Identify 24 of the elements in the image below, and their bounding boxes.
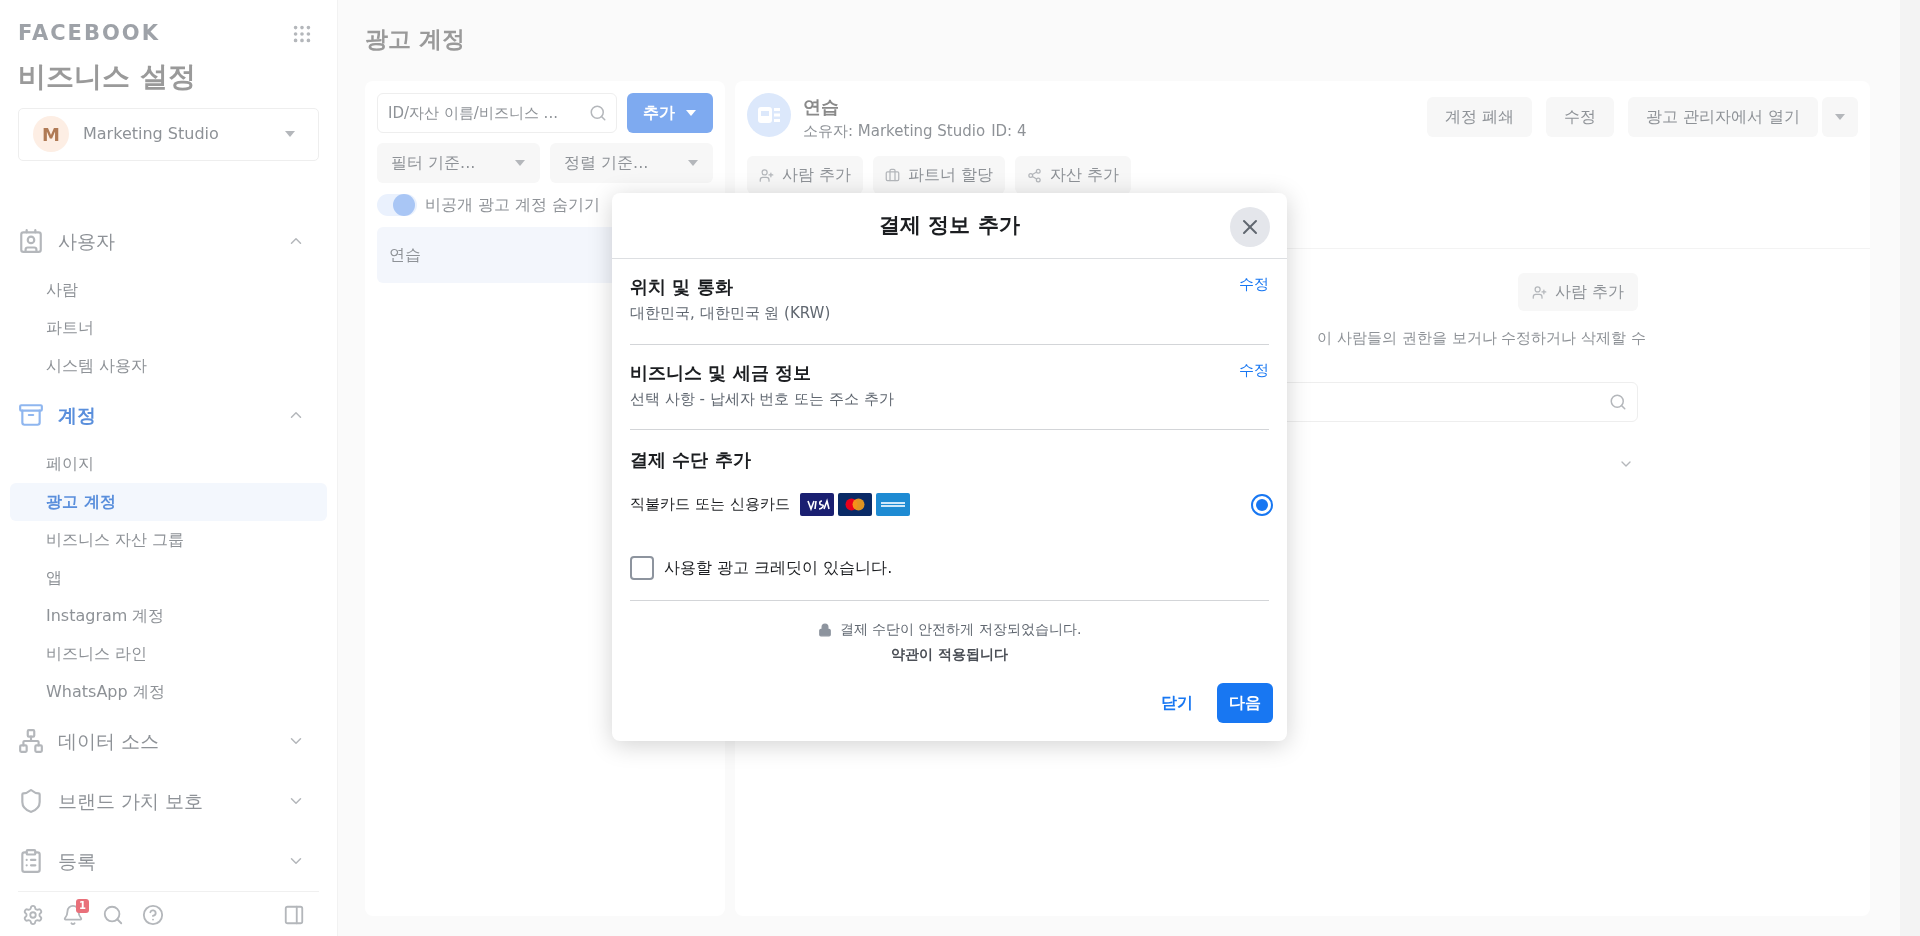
section-label: 등록 [58,848,97,874]
payment-option-label: 직불카드 또는 신용카드 [630,494,790,516]
section-value: 선택 사항 - 납세자 번호 또는 주소 추가 [630,388,894,410]
description-text: 이 사람들의 권한을 보거나 수정하거나 삭제할 수 [1317,328,1646,349]
account-name: 연습 [803,94,840,119]
section-label: 사용자 [58,228,116,254]
secure-note: 결제 수단이 안전하게 저장되었습니다. [839,620,1082,639]
checkbox-label: 사용할 광고 크레딧이 있습니다. [664,557,893,579]
business-name: Marketing Studio [83,123,220,146]
section-heading: 비즈니스 및 세금 정보 [630,360,812,385]
section-label: 계정 [58,402,97,428]
section-label: 브랜드 가치 보호 [58,788,205,814]
account-id: ID: 4 [991,120,1027,142]
brand-wordmark: FACEBOOK [18,20,160,47]
section-value: 대한민국, 대한민국 원 (KRW) [630,303,831,324]
account-owner: 소유자: Marketing Studio [803,120,986,142]
section-heading: 결제 수단 추가 [630,448,752,472]
page-title: 광고 계정 [365,25,466,54]
dialog-title: 결제 정보 추가 [879,211,1020,239]
section-label: 데이터 소스 [58,728,161,754]
business-avatar: M [33,116,69,153]
notification-count: 1 [76,899,89,913]
toggle-label: 비공개 광고 계정 숨기기 [425,193,601,216]
settings-title: 비즈니스 설정 [18,58,197,95]
